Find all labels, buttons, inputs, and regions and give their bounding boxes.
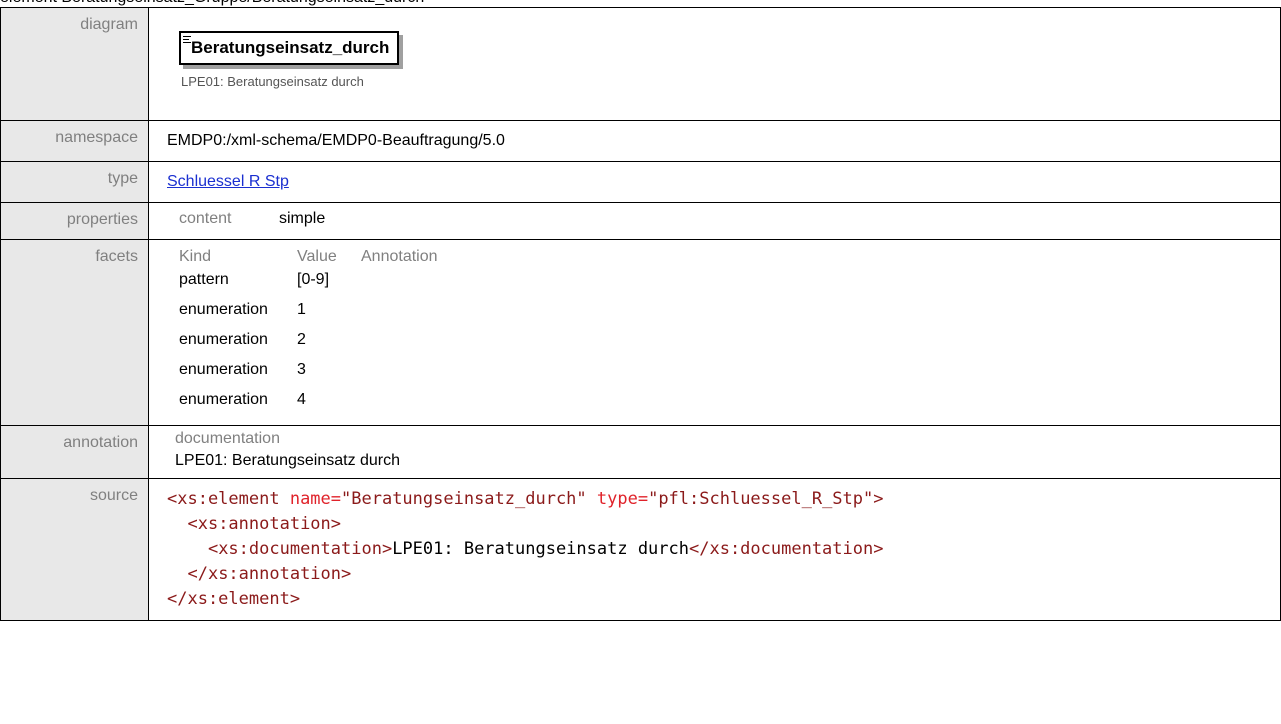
type-link[interactable]: Schluessel R Stp bbox=[167, 173, 289, 190]
diagram-canvas: Beratungseinsatz_durch LPE01: Beratungse… bbox=[167, 8, 1280, 107]
facet-kind: enumeration bbox=[179, 301, 268, 318]
schema-doc-table: diagram Beratungseinsatz_durch LPE01: Be… bbox=[0, 7, 1281, 621]
facet-annotation bbox=[361, 391, 438, 421]
source-line: <xs:documentation>LPE01: Beratungseinsat… bbox=[167, 537, 1280, 562]
element-doc-text: LPE01: Beratungseinsatz durch bbox=[181, 74, 364, 89]
source-cell: <xs:element name="Beratungseinsatz_durch… bbox=[148, 478, 1281, 621]
facet-kind: enumeration bbox=[179, 391, 268, 408]
namespace-row: namespace EMDP0:/xml-schema/EMDP0-Beauft… bbox=[0, 120, 1281, 162]
facets-header-row: Kind Value Annotation bbox=[179, 248, 438, 271]
facets-header-annotation: Annotation bbox=[361, 248, 438, 265]
xml-tag: <xs:annotation> bbox=[187, 514, 342, 534]
properties-cell: content simple bbox=[148, 202, 1281, 240]
facet-row: enumeration 2 bbox=[179, 331, 438, 361]
facet-row: pattern [0-9] bbox=[179, 271, 438, 301]
facet-row: enumeration 4 bbox=[179, 391, 438, 421]
properties-row: properties content simple bbox=[0, 202, 1281, 240]
facets-header-kind: Kind bbox=[179, 248, 212, 265]
element-doc-icon bbox=[183, 36, 191, 46]
source-line: <xs:element name="Beratungseinsatz_durch… bbox=[167, 487, 1280, 512]
facets-label: facets bbox=[0, 239, 149, 426]
facet-value: 4 bbox=[297, 391, 306, 408]
type-row: type Schluessel R Stp bbox=[0, 161, 1281, 203]
annotation-row: annotation documentation LPE01: Beratung… bbox=[0, 425, 1281, 479]
xml-tag: <xs:documentation> bbox=[207, 539, 393, 559]
facet-value: 3 bbox=[297, 361, 306, 378]
type-label: type bbox=[0, 161, 149, 203]
xml-tag: </xs:element> bbox=[167, 589, 301, 609]
namespace-label: namespace bbox=[0, 120, 149, 162]
facets-row: facets Kind Value Annotation pattern [0-… bbox=[0, 239, 1281, 426]
xml-text: LPE01: Beratungseinsatz durch bbox=[392, 539, 689, 559]
diagram-label: diagram bbox=[0, 7, 149, 121]
source-code: <xs:element name="Beratungseinsatz_durch… bbox=[167, 479, 1280, 618]
facet-annotation bbox=[361, 361, 438, 391]
source-row: source <xs:element name="Beratungseinsat… bbox=[0, 478, 1281, 621]
xml-tag: </xs:documentation> bbox=[689, 539, 884, 559]
annotation-value: LPE01: Beratungseinsatz durch bbox=[175, 452, 401, 469]
facets-cell: Kind Value Annotation pattern [0-9] enum… bbox=[148, 239, 1281, 426]
xml-attr-value: "Beratungseinsatz_durch" bbox=[341, 489, 587, 509]
diagram-row: diagram Beratungseinsatz_durch LPE01: Be… bbox=[0, 7, 1281, 121]
facet-value: 2 bbox=[297, 331, 306, 348]
facet-kind: pattern bbox=[179, 271, 229, 288]
diagram-cell: Beratungseinsatz_durch LPE01: Beratungse… bbox=[148, 7, 1281, 121]
source-line: </xs:element> bbox=[167, 587, 1280, 612]
facet-annotation bbox=[361, 271, 438, 301]
facet-row: enumeration 3 bbox=[179, 361, 438, 391]
element-box[interactable]: Beratungseinsatz_durch bbox=[179, 31, 400, 65]
facet-annotation bbox=[361, 301, 438, 331]
xml-tag: </xs:annotation> bbox=[187, 564, 352, 584]
xml-tag-close: > bbox=[873, 489, 884, 509]
source-line: <xs:annotation> bbox=[167, 512, 1280, 537]
namespace-value: EMDP0:/xml-schema/EMDP0-Beauftragung/5.0 bbox=[148, 120, 1281, 162]
annotation-cell: documentation LPE01: Beratungseinsatz du… bbox=[148, 425, 1281, 479]
facet-kind: enumeration bbox=[179, 361, 268, 378]
xml-attr-value: "pfl:Schluessel_R_Stp" bbox=[648, 489, 874, 509]
property-key: content bbox=[179, 210, 232, 227]
facets-table: Kind Value Annotation pattern [0-9] enum… bbox=[179, 248, 438, 421]
facet-kind: enumeration bbox=[179, 331, 268, 348]
facet-annotation bbox=[361, 331, 438, 361]
xml-attr-name: name= bbox=[279, 489, 342, 509]
xml-tag-open: <xs:element bbox=[167, 489, 280, 509]
facet-row: enumeration 1 bbox=[179, 301, 438, 331]
properties-label: properties bbox=[0, 202, 149, 240]
property-value: simple bbox=[279, 210, 326, 227]
xml-attr-name: type= bbox=[586, 489, 649, 509]
facets-header-value: Value bbox=[297, 248, 337, 265]
facet-value: 1 bbox=[297, 301, 306, 318]
property-item: content simple bbox=[167, 203, 1280, 233]
type-cell: Schluessel R Stp bbox=[148, 161, 1281, 203]
annotation-key: documentation bbox=[175, 430, 280, 447]
source-line: </xs:annotation> bbox=[167, 562, 1280, 587]
facet-value: [0-9] bbox=[297, 271, 330, 288]
source-label: source bbox=[0, 478, 149, 621]
element-name: Beratungseinsatz_durch bbox=[191, 38, 390, 57]
annotation-label: annotation bbox=[0, 425, 149, 479]
